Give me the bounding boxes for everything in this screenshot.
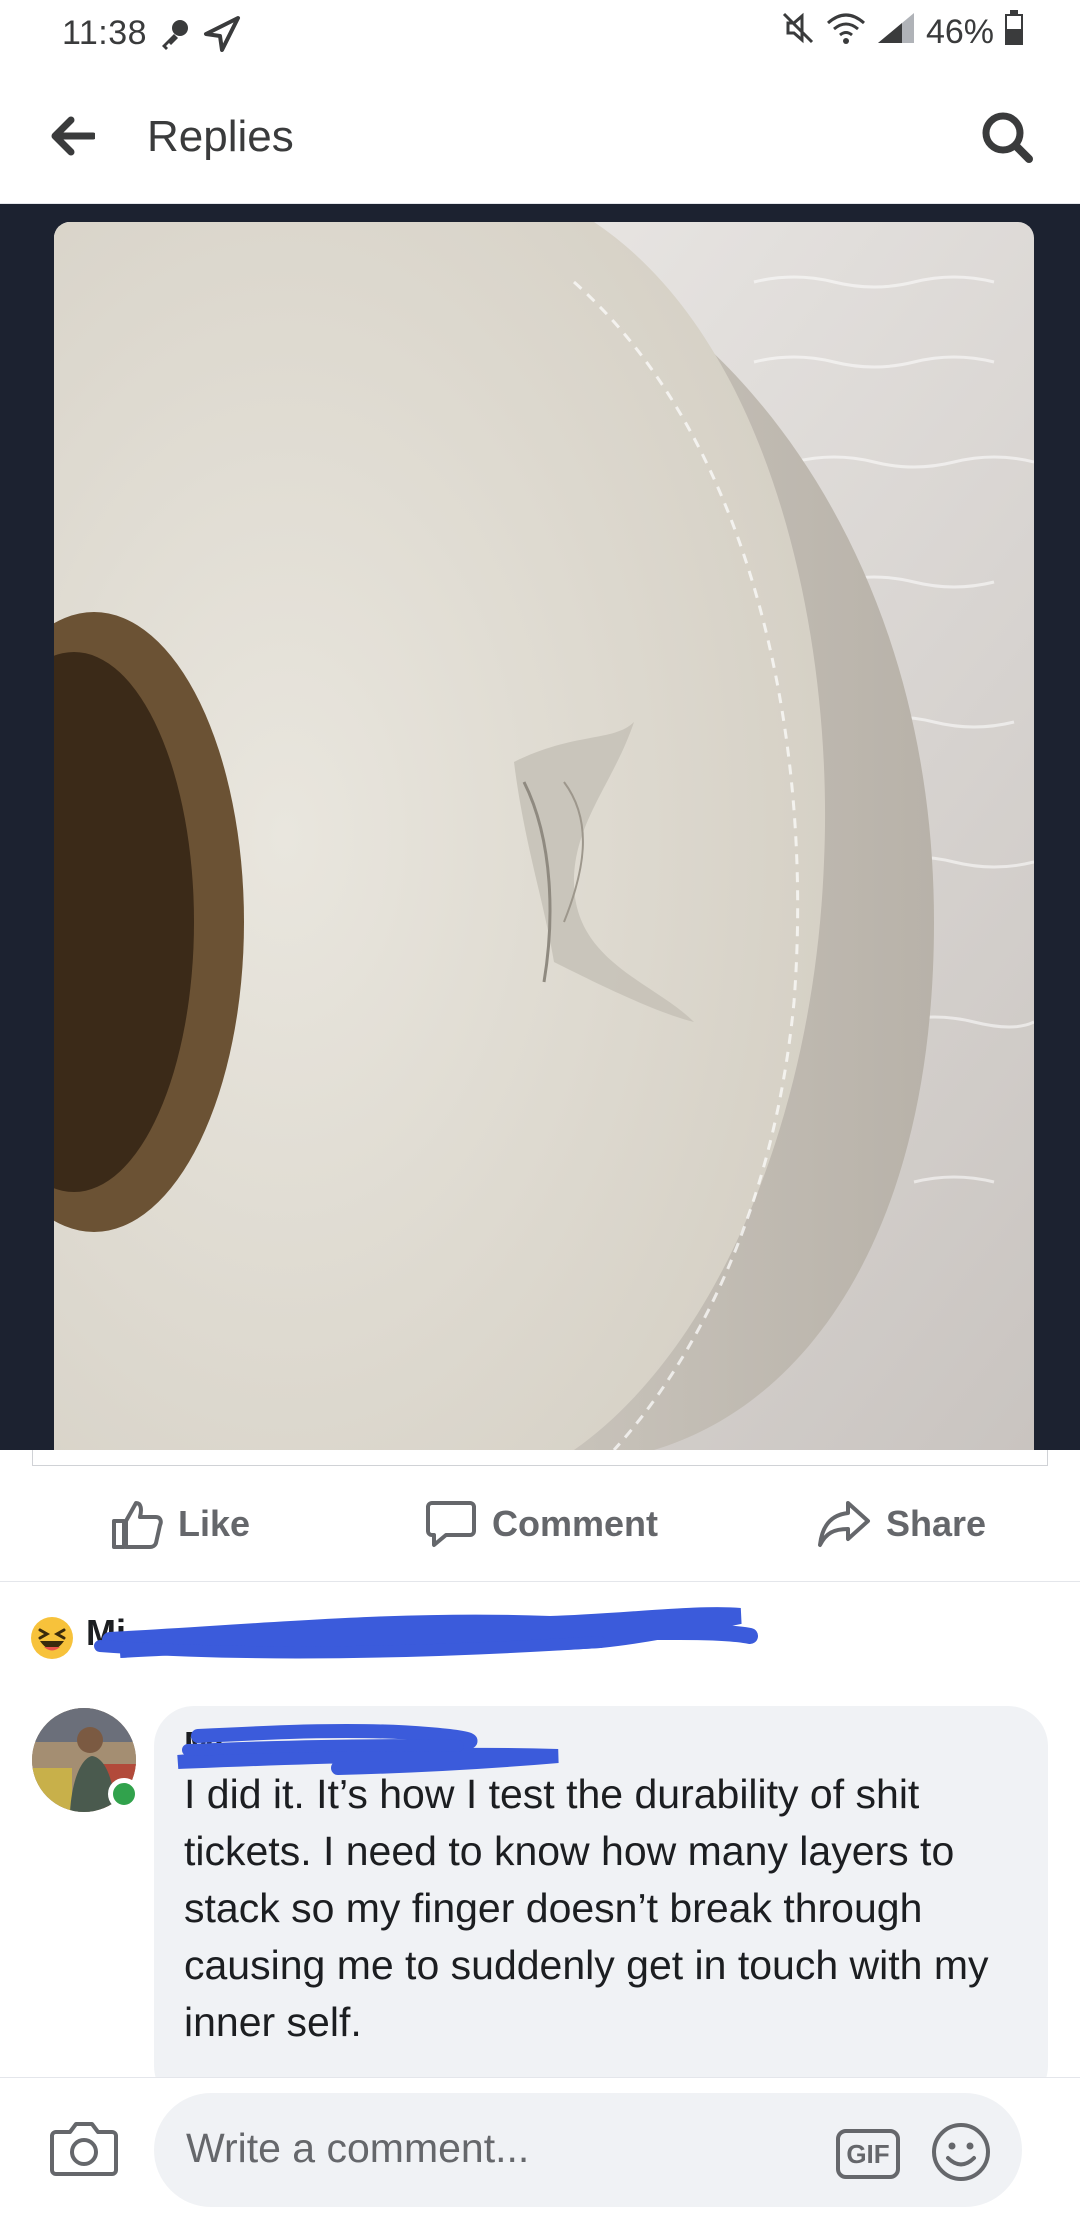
thumbs-up-icon <box>112 1501 163 1549</box>
gif-button[interactable]: GIF <box>836 2129 900 2179</box>
page-title: Replies <box>147 112 294 161</box>
comment-bubble-icon <box>426 1501 476 1547</box>
comment-button[interactable]: Comment <box>424 1496 658 1552</box>
post-photo[interactable] <box>54 222 1034 1450</box>
haha-reaction-icon <box>31 1617 73 1659</box>
back-button[interactable] <box>42 108 102 164</box>
status-time: 11:38 <box>62 14 148 52</box>
comment-author-name[interactable]: Mi <box>184 1724 224 1766</box>
share-label: Share <box>886 1503 987 1544</box>
signal-icon <box>876 11 916 54</box>
comment-text: I did it. It’s how I test the durability… <box>184 1771 989 2045</box>
status-indicators: 46% <box>780 9 1024 55</box>
comment-label: Comment <box>492 1503 659 1544</box>
share-button[interactable]: Share <box>816 1496 986 1552</box>
redaction-scribble <box>94 1607 758 1659</box>
comment-item: Mi I did it. It’s how I test the durabil… <box>0 1702 1080 2077</box>
comment-bubble[interactable]: Mi I did it. It’s how I test the durabil… <box>154 1706 1048 2077</box>
navigation-arrow-icon <box>202 14 242 59</box>
like-button[interactable]: Like <box>110 1496 250 1552</box>
photo-bottom-border <box>32 1450 1048 1466</box>
post-actions: Like Comment Share <box>0 1466 1080 1582</box>
battery-percent: 46% <box>925 12 994 51</box>
battery-icon <box>1004 9 1024 55</box>
emoji-icon[interactable] <box>930 2121 992 2183</box>
key-icon <box>158 16 194 57</box>
like-label: Like <box>178 1503 251 1544</box>
post-photo-frame <box>0 204 1080 1450</box>
search-button[interactable] <box>974 104 1040 170</box>
comment-composer: Write a comment... GIF <box>0 2077 1080 2214</box>
share-arrow-icon <box>818 1501 870 1547</box>
comment-input[interactable]: Write a comment... GIF <box>154 2093 1022 2207</box>
back-arrow-icon <box>51 116 95 156</box>
app-header: Replies <box>0 68 1080 204</box>
mute-icon <box>780 10 816 55</box>
comment-input-placeholder: Write a comment... <box>186 2125 530 2171</box>
reaction-names: Mi <box>86 1612 126 1653</box>
camera-icon[interactable] <box>50 2118 118 2178</box>
reaction-summary[interactable]: Mi <box>0 1582 1080 1702</box>
search-icon <box>982 112 1033 163</box>
toilet-paper-photo <box>54 222 1034 1450</box>
status-bar: 11:38 46% <box>0 0 1080 68</box>
wifi-icon <box>826 11 866 54</box>
online-status-indicator <box>108 1778 140 1810</box>
